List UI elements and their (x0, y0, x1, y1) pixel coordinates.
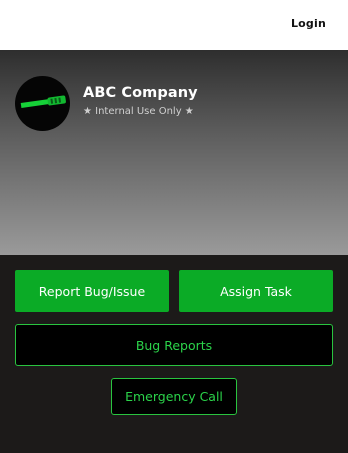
logo-graphic (20, 95, 66, 108)
bug-reports-button[interactable]: Bug Reports (15, 324, 333, 366)
report-bug-button[interactable]: Report Bug/Issue (15, 270, 169, 312)
emergency-call-button[interactable]: Emergency Call (111, 378, 237, 415)
login-link[interactable]: Login (291, 17, 326, 30)
top-navigation-bar: Login (0, 0, 348, 50)
company-name: ABC Company (83, 85, 198, 101)
company-logo (15, 76, 70, 131)
assign-task-button[interactable]: Assign Task (179, 270, 333, 312)
company-tagline: ★ Internal Use Only ★ (83, 106, 194, 117)
